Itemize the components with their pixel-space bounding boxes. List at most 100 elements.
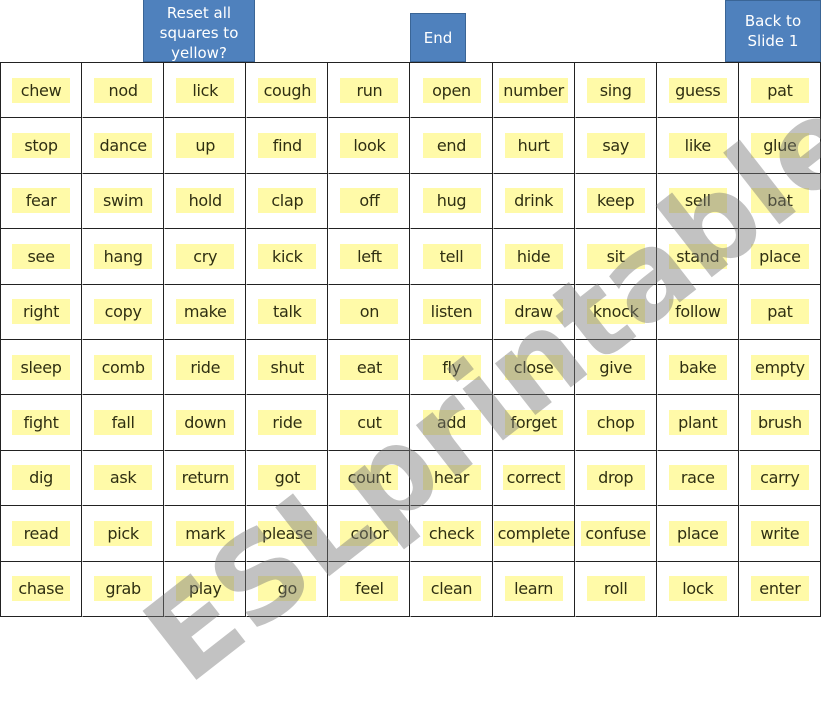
word-square[interactable]: dig	[0, 450, 83, 507]
word-square[interactable]: sit	[574, 229, 657, 285]
word-square[interactable]: add	[410, 395, 493, 451]
word-square[interactable]: like	[656, 118, 739, 174]
word-square[interactable]: listen	[410, 284, 493, 340]
word-square[interactable]: clap	[246, 173, 329, 230]
word-square[interactable]: find	[246, 118, 329, 174]
word-square[interactable]: grab	[82, 561, 165, 617]
word-square[interactable]: stop	[0, 118, 83, 174]
word-square[interactable]: got	[246, 450, 329, 507]
word-square[interactable]: return	[164, 450, 247, 507]
word-square[interactable]: sing	[574, 63, 657, 119]
word-square[interactable]: hear	[410, 450, 493, 507]
word-square[interactable]: hang	[82, 229, 165, 285]
word-square[interactable]: ask	[82, 450, 165, 507]
word-square[interactable]: swim	[82, 173, 165, 230]
word-square[interactable]: give	[574, 339, 657, 396]
word-square[interactable]: hug	[410, 173, 493, 230]
word-square[interactable]: clean	[410, 561, 493, 617]
word-square[interactable]: off	[328, 173, 411, 230]
word-square[interactable]: ride	[246, 395, 329, 451]
word-square[interactable]: check	[410, 506, 493, 562]
word-square[interactable]: fly	[410, 339, 493, 396]
word-square[interactable]: brush	[738, 395, 821, 451]
word-square[interactable]: guess	[656, 63, 739, 119]
word-square[interactable]: enter	[738, 561, 821, 617]
word-square[interactable]: go	[246, 561, 329, 617]
word-square[interactable]: place	[738, 229, 821, 285]
word-square[interactable]: nod	[82, 63, 165, 119]
word-square[interactable]: bake	[656, 339, 739, 396]
word-square[interactable]: chop	[574, 395, 657, 451]
word-square[interactable]: read	[0, 506, 83, 562]
word-square[interactable]: pat	[738, 284, 821, 340]
word-square[interactable]: lick	[164, 63, 247, 119]
word-square[interactable]: sleep	[0, 339, 83, 396]
word-square[interactable]: follow	[656, 284, 739, 340]
word-square[interactable]: pick	[82, 506, 165, 562]
word-square[interactable]: close	[492, 339, 575, 396]
word-square[interactable]: empty	[738, 339, 821, 396]
word-square[interactable]: up	[164, 118, 247, 174]
word-square[interactable]: bat	[738, 173, 821, 230]
word-square[interactable]: dance	[82, 118, 165, 174]
word-square[interactable]: pat	[738, 63, 821, 119]
word-square[interactable]: say	[574, 118, 657, 174]
word-square[interactable]: fear	[0, 173, 83, 230]
word-square[interactable]: drink	[492, 173, 575, 230]
word-square[interactable]: eat	[328, 339, 411, 396]
word-square[interactable]: end	[410, 118, 493, 174]
word-square[interactable]: copy	[82, 284, 165, 340]
reset-squares-button[interactable]: Reset all squares to yellow?	[143, 0, 255, 62]
word-square[interactable]: cut	[328, 395, 411, 451]
word-square[interactable]: shut	[246, 339, 329, 396]
word-square[interactable]: cough	[246, 63, 329, 119]
word-square[interactable]: learn	[492, 561, 575, 617]
word-square[interactable]: chew	[0, 63, 83, 119]
word-square[interactable]: look	[328, 118, 411, 174]
word-square[interactable]: right	[0, 284, 83, 340]
word-square[interactable]: fight	[0, 395, 83, 451]
word-square[interactable]: down	[164, 395, 247, 451]
word-square[interactable]: comb	[82, 339, 165, 396]
word-square[interactable]: confuse	[574, 506, 657, 562]
word-square[interactable]: number	[492, 63, 575, 119]
end-button[interactable]: End	[410, 13, 466, 62]
word-square[interactable]: play	[164, 561, 247, 617]
word-square[interactable]: run	[328, 63, 411, 119]
word-square[interactable]: stand	[656, 229, 739, 285]
word-square[interactable]: feel	[328, 561, 411, 617]
word-square[interactable]: lock	[656, 561, 739, 617]
word-square[interactable]: hide	[492, 229, 575, 285]
word-square[interactable]: roll	[574, 561, 657, 617]
word-square[interactable]: forget	[492, 395, 575, 451]
word-square[interactable]: talk	[246, 284, 329, 340]
word-square[interactable]: see	[0, 229, 83, 285]
word-square[interactable]: drop	[574, 450, 657, 507]
word-square[interactable]: tell	[410, 229, 493, 285]
word-square[interactable]: draw	[492, 284, 575, 340]
word-square[interactable]: glue	[738, 118, 821, 174]
word-square[interactable]: left	[328, 229, 411, 285]
word-square[interactable]: open	[410, 63, 493, 119]
word-square[interactable]: fall	[82, 395, 165, 451]
word-square[interactable]: knock	[574, 284, 657, 340]
word-square[interactable]: carry	[738, 450, 821, 507]
word-square[interactable]: please	[246, 506, 329, 562]
word-square[interactable]: write	[738, 506, 821, 562]
word-square[interactable]: race	[656, 450, 739, 507]
word-square[interactable]: ride	[164, 339, 247, 396]
word-square[interactable]: on	[328, 284, 411, 340]
word-square[interactable]: chase	[0, 561, 83, 617]
word-square[interactable]: place	[656, 506, 739, 562]
word-square[interactable]: mark	[164, 506, 247, 562]
word-square[interactable]: sell	[656, 173, 739, 230]
word-square[interactable]: kick	[246, 229, 329, 285]
word-square[interactable]: correct	[492, 450, 575, 507]
word-square[interactable]: cry	[164, 229, 247, 285]
word-square[interactable]: plant	[656, 395, 739, 451]
word-square[interactable]: make	[164, 284, 247, 340]
word-square[interactable]: color	[328, 506, 411, 562]
word-square[interactable]: complete	[492, 506, 575, 562]
word-square[interactable]: count	[328, 450, 411, 507]
word-square[interactable]: hold	[164, 173, 247, 230]
